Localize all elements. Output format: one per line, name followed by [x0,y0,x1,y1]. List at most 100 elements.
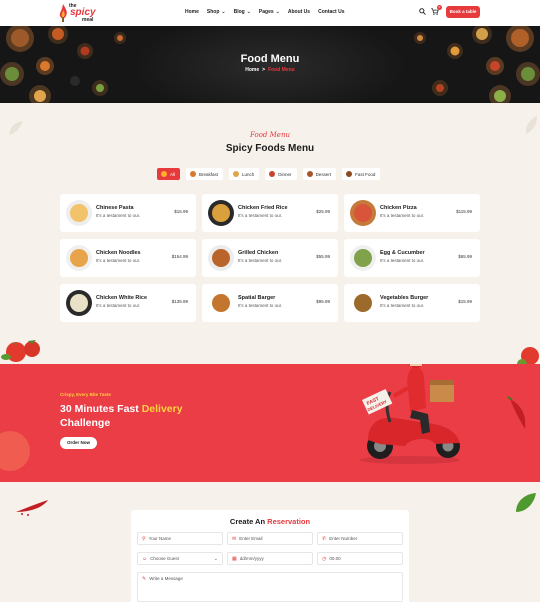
page-title: Food Menu [240,53,300,65]
name-placeholder: Your Name [148,536,172,541]
dish-image [208,245,234,271]
name-field[interactable]: ⚲ Your Name [137,532,223,545]
dish-price: $55.99 [316,254,330,259]
page-hero: Food Menu Home > Food Menu [0,26,540,103]
delivery-scooter-illustration: FAST DELIVERY [360,364,460,464]
reservation-title-accent: Reservation [267,517,311,526]
nav-about[interactable]: About Us [288,9,310,15]
nav-contact-label: Contact Us [318,9,345,15]
breadcrumb-current: Food Menu [268,67,295,73]
menu-card[interactable]: Chinese Pasta It's a testament to our. $… [60,194,196,232]
menu-grid: Chinese Pasta It's a testament to our. $… [60,194,480,322]
dish-price: $65.99 [458,254,472,259]
filter-label: All [170,171,176,177]
filter-label: Lunch [242,171,255,177]
filter-tab-breakfast[interactable]: Breakfast [186,168,224,180]
nav-blog-label: Blog [233,9,245,15]
dish-price: $25.99 [316,209,330,214]
reservation-title-text: Create An [229,517,266,526]
dish-price: $95.99 [316,299,330,304]
menu-card[interactable]: Chicken White Rice It's a testament to o… [60,284,196,322]
menu-card[interactable]: Egg & Cucumber It's a testament to our. … [344,239,480,277]
menu-subtitle: Food Menu [250,131,290,139]
filter-tab-all[interactable]: All [157,168,181,180]
nav-shop-label: Shop [206,9,220,15]
menu-card[interactable]: Grilled Chicken It's a testament to our.… [202,239,338,277]
dish-name: Chicken Pizza [380,205,417,211]
phone-icon: ✆ [322,535,327,542]
guest-selected-value: Choose Guest [150,556,179,561]
filter-tab-lunch[interactable]: Lunch [229,168,260,180]
dish-name: Chinese Pasta [96,205,134,211]
banner-kicker: Crispy, Every Bite Taste [60,392,111,397]
menu-card[interactable]: Chicken Pizza It's a testament to our. $… [344,194,480,232]
nav-pages[interactable]: Pages ⌄ [259,9,280,15]
message-placeholder: Write a Message [149,576,183,581]
filter-label: Dinner [278,171,292,177]
book-table-button[interactable]: Book a table [446,6,480,18]
menu-card[interactable]: Chicken Fried Rice It's a testament to o… [202,194,338,232]
filter-label: Fast Food [355,171,376,177]
date-placeholder: dd/mm/yyyy [239,556,264,561]
chevron-down-icon: ⌄ [246,9,251,15]
menu-card[interactable]: Chicken Noodles It's a testament to our.… [60,239,196,277]
dish-description: It's a testament to our. [238,213,283,218]
nav-shop[interactable]: Shop ⌄ [207,9,226,15]
guest-select[interactable]: ☺ Choose Guest ⌄ [137,552,223,565]
message-field[interactable]: ✎ Write a Message [137,572,403,602]
flame-icon [59,4,67,22]
chevron-down-icon: ⌄ [275,9,280,15]
dinner-icon [269,171,276,177]
dish-name: Grilled Chicken [238,250,279,256]
breadcrumb-home-link[interactable]: Home [245,67,259,73]
nav-home[interactable]: Home [185,9,199,15]
filter-tab-fast-food[interactable]: Fast Food [342,168,381,180]
phone-placeholder: Enter Number [329,536,358,541]
breadcrumb-separator: > [262,67,266,73]
dish-price: $154.99 [171,254,188,259]
headline-text: 30 Minutes Fast [60,403,139,415]
dish-name: Spatial Barger [238,295,276,301]
dish-image [350,245,376,271]
dish-image [350,200,376,226]
dish-price: $135.99 [171,299,188,304]
user-icon: ⚲ [142,535,146,542]
dish-name: Vegetables Burger [380,295,429,301]
all-food-icon [161,171,167,177]
dish-image [66,290,92,316]
time-field[interactable]: ◷ 00.00 [317,552,403,565]
logo-text-meal: meal [82,17,94,23]
dish-image [208,290,234,316]
nav-blog[interactable]: Blog ⌄ [234,9,251,15]
filter-tab-dessert[interactable]: Dessert [302,168,337,180]
order-now-button[interactable]: Order Now [60,437,97,449]
dish-price: $15.99 [458,299,472,304]
site-logo[interactable]: the spicy meal [58,2,106,24]
dish-image [350,290,376,316]
email-field[interactable]: ✉ Enter Email [227,532,313,545]
nav-contact[interactable]: Contact Us [318,9,344,15]
menu-card[interactable]: Spatial Barger It's a testament to our. … [202,284,338,322]
date-field[interactable]: ▦ dd/mm/yyyy [227,552,313,565]
pencil-icon: ✎ [142,576,147,582]
headline-text-2: Challenge [60,417,111,429]
dish-price: $15.99 [174,209,188,214]
headline-accent: Delivery [141,403,183,415]
header-icons [419,8,439,15]
chevron-down-icon: ⌄ [213,555,218,562]
nav-about-label: About Us [287,9,311,15]
menu-card[interactable]: Vegetables Burger It's a testament to ou… [344,284,480,322]
reservation-form: Create An Reservation ⚲ Your Name ✉ Enter … [131,510,409,602]
lunch-icon [233,171,240,177]
dish-description: It's a testament to our. [238,303,283,308]
dish-image [208,200,234,226]
chili-decoration-left [16,500,48,516]
banner-headline: 30 Minutes Fast Delivery Challenge [60,402,220,430]
phone-field[interactable]: ✆ Enter Number [317,532,403,545]
search-icon[interactable] [419,8,426,15]
dish-description: It's a testament to our. [380,258,425,263]
dish-name: Chicken White Rice [96,295,148,301]
filter-tab-dinner[interactable]: Dinner [265,168,297,180]
chili-decoration-right [507,396,526,429]
guest-icon: ☺ [142,555,148,562]
